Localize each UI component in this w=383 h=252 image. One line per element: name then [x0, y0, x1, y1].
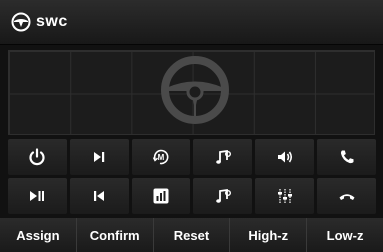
phone-hangup-icon — [339, 194, 355, 200]
reset-button[interactable]: Reset — [154, 218, 231, 252]
mixer-sliders-icon — [277, 189, 292, 203]
equalizer-button[interactable] — [131, 178, 191, 214]
header-bar: swc — [0, 0, 383, 45]
music-note-icon — [216, 188, 231, 203]
power-button[interactable] — [8, 139, 67, 175]
low-z-button[interactable]: Low-z — [307, 218, 383, 252]
power-icon — [29, 148, 45, 166]
music-button-1[interactable] — [193, 139, 253, 175]
equalizer-bars-icon — [153, 188, 169, 204]
app-title: swc — [36, 13, 68, 30]
music-button-2[interactable] — [193, 178, 253, 214]
mode-button[interactable]: M — [131, 139, 191, 175]
steering-wheel-icon — [161, 56, 229, 124]
previous-button[interactable] — [69, 178, 129, 214]
mixer-button[interactable] — [255, 178, 315, 214]
assign-button[interactable]: Assign — [0, 218, 77, 252]
play-pause-button[interactable] — [8, 178, 67, 214]
music-note-icon — [216, 149, 231, 164]
action-bar: Assign Confirm Reset High-z Low-z — [0, 218, 383, 252]
high-z-button[interactable]: High-z — [230, 218, 308, 252]
steering-wheel-logo-icon — [11, 12, 31, 32]
play-next-icon — [94, 152, 105, 162]
svg-text:M: M — [158, 153, 165, 162]
control-button-grid: M — [8, 139, 376, 214]
confirm-button[interactable]: Confirm — [77, 218, 154, 252]
volume-icon — [277, 151, 292, 163]
play-pause-icon — [30, 191, 45, 201]
previous-icon — [94, 191, 105, 201]
phone-answer-icon — [340, 150, 354, 164]
phone-hangup-button[interactable] — [317, 178, 376, 214]
phone-answer-button[interactable] — [317, 139, 376, 175]
play-next-button[interactable] — [69, 139, 129, 175]
mode-icon: M — [152, 149, 169, 165]
volume-button[interactable] — [255, 139, 315, 175]
